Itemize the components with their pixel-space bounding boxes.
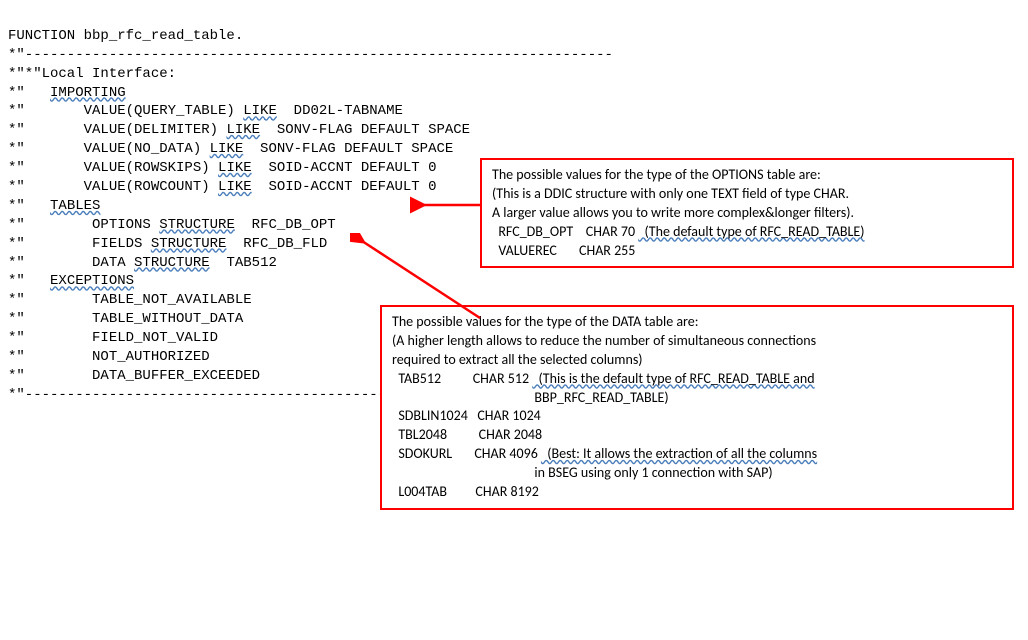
keyword-like: LIKE [243, 103, 277, 119]
callout-text: (A higher length allows to reduce the nu… [392, 332, 1002, 351]
keyword-structure: STRUCTURE [159, 217, 235, 233]
callout-row: L004TAB CHAR 8192 [392, 483, 1002, 502]
code-line: *" VALUE(ROWSKIPS) LIKE SOID-ACCNT DEFAU… [8, 160, 437, 176]
code-line: *" FIELD_NOT_VALID [8, 330, 218, 346]
code-line: *"*"Local Interface: [8, 66, 176, 82]
code-line: *" FIELDS STRUCTURE RFC_DB_FLD [8, 236, 327, 252]
code-line: *" TABLE_NOT_AVAILABLE [8, 292, 252, 308]
callout-text: (This is a DDIC structure with only one … [492, 185, 1002, 204]
keyword-tables: TABLES [50, 198, 100, 214]
code-line: FUNCTION bbp_rfc_read_table. [8, 28, 243, 44]
callout-row: BBP_RFC_READ_TABLE) [392, 389, 1002, 408]
callout-row: SDOKURL CHAR 4096 (Best: It allows the e… [392, 445, 1002, 464]
code-line: *" DATA_BUFFER_EXCEEDED [8, 368, 260, 384]
callout-row: RFC_DB_OPT CHAR 70 (The default type of … [492, 223, 1002, 242]
callout-row: TBL2048 CHAR 2048 [392, 426, 1002, 445]
code-line: *" TABLE_WITHOUT_DATA [8, 311, 243, 327]
callout-text: A larger value allows you to write more … [492, 204, 1002, 223]
code-line: *" NOT_AUTHORIZED [8, 349, 210, 365]
code-line: *" VALUE(ROWCOUNT) LIKE SOID-ACCNT DEFAU… [8, 179, 437, 195]
callout-row: TAB512 CHAR 512 (This is the default typ… [392, 370, 1002, 389]
keyword-structure: STRUCTURE [151, 236, 227, 252]
keyword-like: LIKE [210, 141, 244, 157]
keyword-like: LIKE [226, 122, 260, 138]
code-line: *" VALUE(NO_DATA) LIKE SONV-FLAG DEFAULT… [8, 141, 453, 157]
keyword-like: LIKE [218, 160, 252, 176]
callout-text: required to extract all the selected col… [392, 351, 1002, 370]
callout-row: in BSEG using only 1 connection with SAP… [392, 464, 1002, 483]
code-line: *" TABLES [8, 198, 100, 214]
callout-title: The possible values for the type of the … [392, 313, 1002, 332]
callout-title: The possible values for the type of the … [492, 166, 1002, 185]
callout-options-type: The possible values for the type of the … [480, 158, 1014, 268]
callout-data-type: The possible values for the type of the … [380, 305, 1014, 510]
code-line: *" VALUE(QUERY_TABLE) LIKE DD02L-TABNAME [8, 103, 403, 119]
keyword-structure: STRUCTURE [134, 255, 210, 271]
keyword-like: LIKE [218, 179, 252, 195]
keyword-exceptions: EXCEPTIONS [50, 273, 134, 289]
code-line: *" IMPORTING [8, 85, 126, 101]
code-line: *" OPTIONS STRUCTURE RFC_DB_OPT [8, 217, 336, 233]
callout-row: SDBLIN1024 CHAR 1024 [392, 407, 1002, 426]
code-line: *" EXCEPTIONS [8, 273, 134, 289]
code-line: *"--------------------------------------… [8, 47, 613, 63]
code-line: *" DATA STRUCTURE TAB512 [8, 255, 277, 271]
code-line: *" VALUE(DELIMITER) LIKE SONV-FLAG DEFAU… [8, 122, 470, 138]
callout-row: VALUEREC CHAR 255 [492, 242, 1002, 261]
keyword-importing: IMPORTING [50, 85, 126, 101]
